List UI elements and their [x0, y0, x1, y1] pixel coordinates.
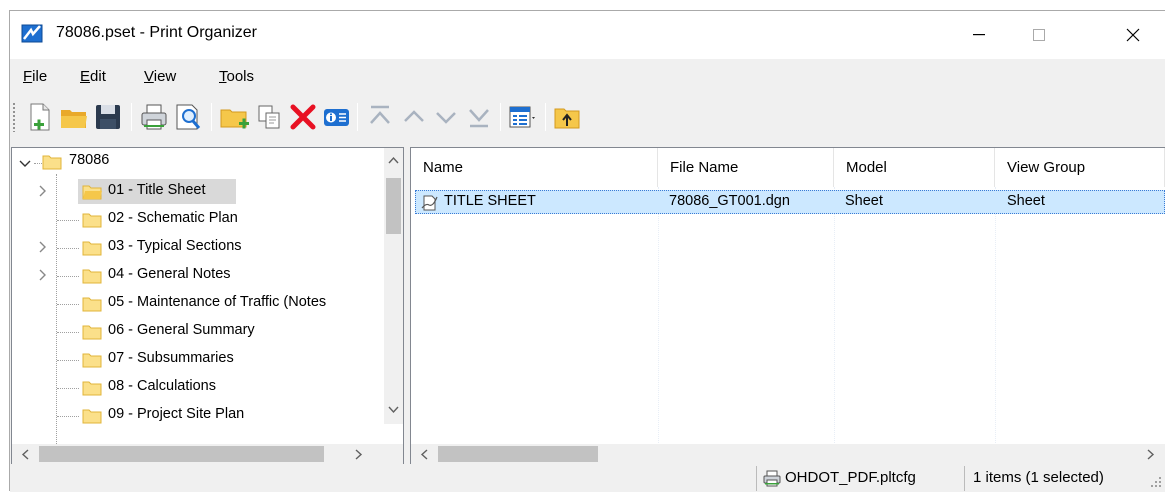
printer-icon [763, 470, 781, 487]
tree-item-01[interactable]: 01 - Title Sheet [12, 178, 382, 206]
toolbar-separator [211, 103, 212, 131]
folder-icon [82, 325, 102, 340]
status-bar: OHDOT_PDF.pltcfg 1 items (1 selected) [10, 464, 1165, 492]
menu-tools[interactable]: Tools [219, 68, 254, 85]
tree-horizontal-scroll-thumb[interactable] [39, 446, 324, 462]
resize-grip-icon[interactable] [1150, 476, 1162, 488]
tree-item-04[interactable]: 04 - General Notes [12, 262, 382, 290]
tree-item-02[interactable]: 02 - Schematic Plan [12, 206, 382, 234]
cell-view-group: Sheet [1007, 193, 1045, 209]
toolbar-grip[interactable] [12, 102, 16, 132]
tree-root[interactable]: 78086 [12, 150, 382, 178]
scroll-right-icon[interactable] [1147, 449, 1155, 460]
move-bottom-icon[interactable] [463, 101, 495, 133]
preview-icon[interactable] [172, 101, 204, 133]
toolbar-separator [500, 103, 501, 131]
open-folder-icon[interactable] [58, 101, 90, 133]
scroll-right-icon[interactable] [355, 449, 363, 460]
save-icon[interactable] [92, 101, 124, 133]
sheet-icon [421, 195, 438, 211]
chevron-right-icon[interactable] [36, 240, 50, 254]
folder-icon [82, 381, 102, 396]
chevron-right-icon[interactable] [36, 184, 50, 198]
title-bar: 78086.pset - Print Organizer [10, 11, 1165, 59]
folder-icon [82, 269, 102, 284]
toolbar-separator [545, 103, 546, 131]
chevron-right-icon[interactable] [36, 268, 50, 282]
cell-file-name: 78086_GT001.dgn [669, 193, 790, 209]
cell-name: TITLE SHEET [444, 193, 536, 209]
tree-item-05[interactable]: 05 - Maintenance of Traffic (Notes [12, 290, 382, 318]
status-printer-config[interactable]: OHDOT_PDF.pltcfg [756, 466, 962, 491]
delete-icon[interactable] [287, 101, 319, 133]
maximize-icon [1033, 29, 1045, 41]
move-up-icon[interactable] [398, 101, 430, 133]
folder-up-icon[interactable] [552, 101, 584, 133]
move-down-icon[interactable] [430, 101, 462, 133]
folder-tree-pane[interactable]: 78086 01 - Title Sheet 02 - Schematic Pl… [11, 147, 404, 465]
maximize-button[interactable] [1010, 11, 1068, 59]
print-icon[interactable] [138, 101, 170, 133]
menu-view[interactable]: View [144, 68, 176, 85]
menu-edit[interactable]: Edit [80, 68, 106, 85]
add-folder-icon[interactable] [219, 101, 251, 133]
column-header-model[interactable]: Model [834, 148, 995, 187]
minimize-button[interactable] [950, 11, 1008, 59]
folder-icon [82, 297, 102, 312]
column-header-name[interactable]: Name [411, 148, 658, 187]
toolbar-separator [131, 103, 132, 131]
column-header-view-group[interactable]: View Group [995, 148, 1165, 187]
list-horizontal-scrollbar[interactable] [411, 444, 1165, 464]
sheet-list-pane[interactable]: Name File Name Model View Group TITLE SH… [410, 147, 1165, 465]
tree-vertical-scrollbar[interactable] [384, 148, 403, 424]
folder-open-icon [82, 185, 102, 200]
toolbar [10, 93, 1165, 141]
properties-icon[interactable] [320, 101, 352, 133]
close-button[interactable] [1104, 11, 1162, 59]
new-set-icon[interactable] [24, 101, 56, 133]
scroll-down-icon[interactable] [388, 406, 399, 414]
scroll-up-icon[interactable] [388, 156, 399, 164]
toolbar-separator [357, 103, 358, 131]
scroll-corner [384, 444, 403, 464]
cell-model: Sheet [845, 193, 883, 209]
folder-icon [82, 213, 102, 228]
print-organizer-window: 78086.pset - Print Organizer File Edit V… [9, 10, 1165, 492]
folder-icon [82, 241, 102, 256]
tree-item-06[interactable]: 06 - General Summary [12, 318, 382, 346]
tree-item-03[interactable]: 03 - Typical Sections [12, 234, 382, 262]
tree-item-08[interactable]: 08 - Calculations [12, 374, 382, 402]
minimize-icon [973, 34, 985, 36]
status-selection-count: 1 items (1 selected) [964, 466, 1144, 491]
tree-horizontal-scrollbar[interactable] [12, 444, 386, 464]
view-options-icon[interactable] [507, 101, 539, 133]
tree-item-09[interactable]: 09 - Project Site Plan [12, 402, 382, 424]
scroll-left-icon[interactable] [21, 449, 29, 460]
copy-icon[interactable] [253, 101, 285, 133]
list-horizontal-scroll-thumb[interactable] [438, 446, 598, 462]
move-top-icon[interactable] [364, 101, 396, 133]
menu-file[interactable]: File [23, 68, 47, 85]
folder-icon [82, 353, 102, 368]
chevron-down-icon[interactable] [18, 157, 32, 171]
folder-icon [42, 155, 62, 170]
column-header-file-name[interactable]: File Name [658, 148, 834, 187]
scroll-left-icon[interactable] [420, 449, 428, 460]
tree-item-07[interactable]: 07 - Subsummaries [12, 346, 382, 374]
close-icon [1126, 28, 1140, 42]
window-title: 78086.pset - Print Organizer [56, 24, 257, 41]
menu-bar: File Edit View Tools [10, 59, 1165, 93]
print-organizer-app-icon [21, 24, 43, 43]
tree-vertical-scroll-thumb[interactable] [386, 178, 401, 234]
folder-icon [82, 409, 102, 424]
